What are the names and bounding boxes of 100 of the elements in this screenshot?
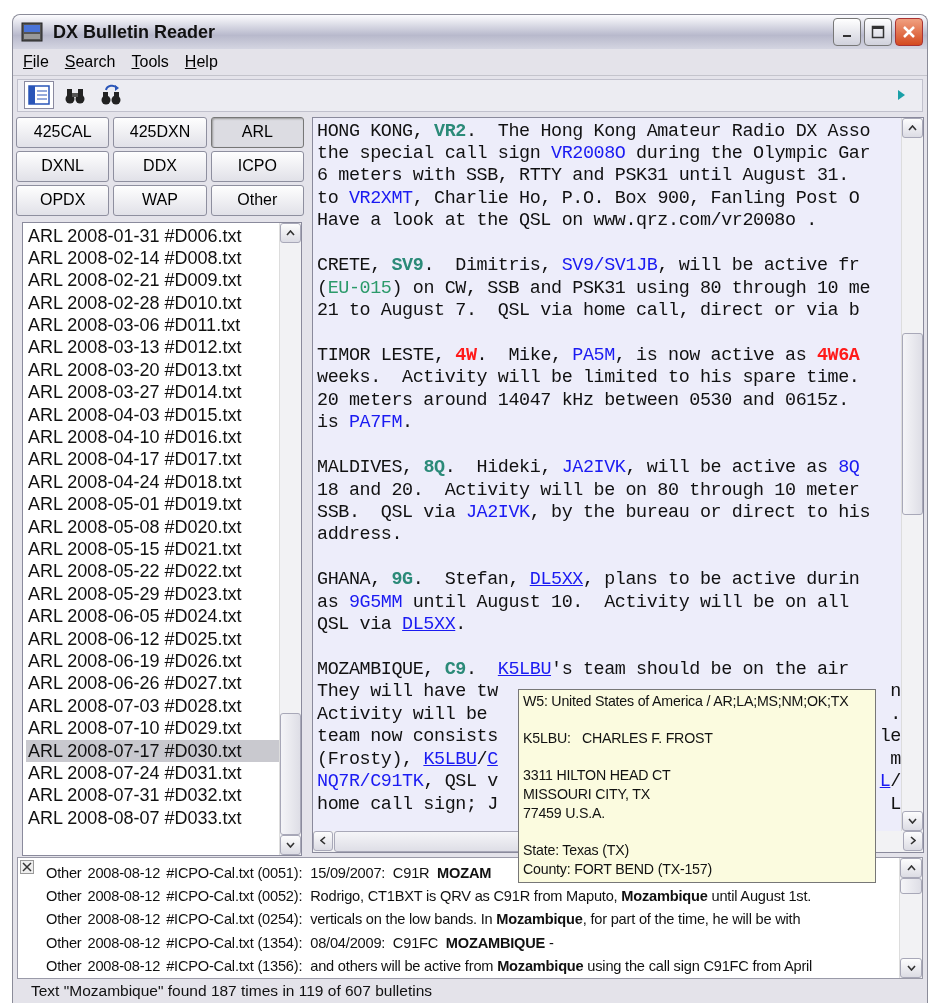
source-button[interactable]: DDX <box>113 150 207 182</box>
close-button[interactable] <box>20 859 34 874</box>
file-list-item[interactable]: ARL 2008-03-27 #D014.txt <box>26 381 279 404</box>
menu-item[interactable]: Search <box>64 53 116 72</box>
tooltip-text: MISSOURI CITY, TX <box>523 785 651 804</box>
result-source: Other <box>46 863 82 883</box>
file-list-item[interactable]: ARL 2008-04-03 #D015.txt <box>26 403 279 427</box>
tooltip-text: 3311 HILTON HEAD CT <box>523 766 672 785</box>
callsign: JA2IVK <box>561 457 626 479</box>
caret-up-icon <box>908 124 917 131</box>
file-list-item[interactable]: ARL 2008-07-24 #D031.txt <box>26 761 279 785</box>
bulletin-text: ) on CW, SSB and PSK31 using 80 through 10 me <box>391 277 871 299</box>
source-button[interactable]: DXNL <box>16 150 110 182</box>
source-button[interactable]: 425DXN <box>113 116 207 148</box>
source-button[interactable]: WAP <box>113 184 207 216</box>
bulletin-text: to <box>317 187 340 209</box>
file-list-item[interactable]: ARL 2008-02-21 #D009.txt <box>26 269 279 292</box>
bulletin-text: , QSL v <box>423 771 498 793</box>
bulletin-text: They will have tw <box>317 681 498 703</box>
maximize-button[interactable] <box>864 18 892 47</box>
bulletin-text: L <box>890 793 901 815</box>
file-list-item[interactable]: ARL 2008-04-17 #D017.txt <box>26 448 279 471</box>
source-button[interactable]: 425CAL <box>16 116 110 148</box>
bulletin-text: . Dimitris, <box>423 255 553 277</box>
source-button[interactable]: Other <box>210 184 304 216</box>
file-list-item[interactable]: ARL 2008-05-01 #D019.txt <box>26 493 279 516</box>
result-date: 2008-08-12 <box>87 957 161 977</box>
result-snippet[interactable]: verticals on the low bands. In Mozambique, for part of the time, he will be with <box>310 908 801 932</box>
menu-item[interactable]: Help <box>184 53 218 72</box>
scrollbar-thumb[interactable] <box>900 877 922 894</box>
bulletin-text: MOZAMBIQUE, <box>317 659 435 680</box>
callsign-link[interactable]: K5LBU <box>497 659 552 680</box>
file-list-item[interactable]: ARL 2008-05-29 #D023.txt <box>26 582 279 606</box>
file-list-item[interactable]: ARL 2008-06-19 #D026.txt <box>26 649 279 673</box>
file-list-item[interactable]: ARL 2008-08-07 #D033.txt <box>26 806 279 830</box>
bulletin-text: MALDIVES, <box>317 457 414 479</box>
source-button[interactable]: ARL <box>210 116 304 148</box>
file-list-item[interactable]: ARL 2008-05-22 #D022.txt <box>26 560 279 583</box>
tooltip-text: K5LBU: CHARLES F. FROST <box>523 729 714 748</box>
tooltip-text: W5: United States of America / AR;LA;MS;NM;OK;TX <box>523 692 850 711</box>
file-list-item[interactable]: ARL 2008-03-13 #D012.txt <box>26 336 279 359</box>
file-list-item[interactable]: ARL 2008-07-31 #D032.txt <box>26 784 279 807</box>
tooltip-text: County: FORT BEND (TX-157) <box>523 860 713 879</box>
bulletin-text: address. <box>317 524 403 546</box>
file-list-item[interactable]: ARL 2008-06-12 #D025.txt <box>26 627 279 650</box>
result-date: 2008-08-12 <box>87 933 161 953</box>
menu-item[interactable]: Tools <box>131 53 169 72</box>
file-list-item[interactable]: ARL 2008-02-14 #D008.txt <box>26 246 279 270</box>
scrollbar[interactable] <box>279 222 301 855</box>
callsign-link[interactable]: DL5XX <box>402 614 456 636</box>
bulletin-text: . <box>455 614 466 636</box>
scrollbar[interactable] <box>901 117 923 831</box>
result-file: #ICPO-Cal.txt (1354): <box>166 933 303 953</box>
callsign: 8Q <box>838 457 860 479</box>
file-list-item[interactable]: ARL 2008-06-05 #D024.txt <box>26 605 279 628</box>
result-snippet[interactable]: 08/04/2009: C91FC MOZAMBIQUE - <box>310 931 554 956</box>
result-snippet[interactable]: and others will be active from Mozambique using the call sign C91FC from April <box>310 955 813 979</box>
file-list-item[interactable]: ARL 2008-01-31 #D006.txt <box>26 224 279 247</box>
menu-item[interactable]: File <box>23 53 49 72</box>
list-view-button[interactable] <box>24 81 54 110</box>
scrollbar-thumb[interactable] <box>280 712 301 835</box>
caret-left-icon <box>320 836 326 845</box>
minimize-button[interactable] <box>833 18 861 47</box>
file-list-item[interactable]: ARL 2008-03-06 #D011.txt <box>26 314 279 337</box>
result-date: 2008-08-12 <box>87 886 161 906</box>
callsign-link[interactable]: K5LBU <box>423 748 477 770</box>
file-list-item[interactable]: ARL 2008-04-24 #D018.txt <box>26 470 279 494</box>
bulletin-text: . <box>465 659 478 680</box>
scrollbar-thumb[interactable] <box>902 332 923 515</box>
result-file: #ICPO-Cal.txt (0052): <box>166 886 303 906</box>
close-button[interactable] <box>895 18 923 47</box>
file-list-item[interactable]: ARL 2008-07-03 #D028.txt <box>26 694 279 718</box>
callsign-link[interactable]: DL5XX <box>529 569 583 591</box>
result-file: #ICPO-Cal.txt (1356): <box>166 957 303 977</box>
bulletin-text: the special call sign <box>317 142 542 164</box>
bulletin-text: . Mike, <box>476 344 563 366</box>
file-list-item[interactable]: ARL 2008-03-20 #D013.txt <box>26 358 279 382</box>
caret-down-icon <box>906 965 916 972</box>
scrollbar[interactable] <box>899 857 922 979</box>
bulletin-text: ( <box>317 277 328 299</box>
bulletin-text: n <box>890 681 901 703</box>
file-list-item[interactable]: ARL 2008-04-10 #D016.txt <box>26 426 279 449</box>
file-list-item[interactable]: ARL 2008-05-15 #D021.txt <box>26 538 279 561</box>
bulletin-text: QSL via <box>317 614 393 636</box>
source-button[interactable]: OPDX <box>16 184 110 216</box>
result-snippet[interactable]: Rodrigo, CT1BXT is QRV as C91R from Maputo, Mozambique until August 1st. <box>310 884 812 909</box>
file-list-item[interactable]: ARL 2008-06-26 #D027.txt <box>26 672 279 695</box>
callsign-link[interactable]: C <box>487 748 498 770</box>
callsign-link[interactable]: L <box>879 771 891 793</box>
bulletin-text: . The Hong Kong Amateur Radio DX Asso <box>465 120 871 142</box>
file-list-item[interactable]: ARL 2008-07-17 #D030.txt <box>26 739 279 762</box>
source-button[interactable]: ICPO <box>210 150 304 182</box>
result-source: Other <box>46 957 82 977</box>
result-file: #ICPO-Cal.txt (0051): <box>166 863 303 883</box>
result-snippet[interactable]: 15/09/2007: C91R MOZAM <box>310 861 492 885</box>
file-list-item[interactable]: ARL 2008-02-28 #D010.txt <box>26 291 279 315</box>
bulletin-text: , plans to be active durin <box>582 569 860 591</box>
file-list-item[interactable]: ARL 2008-05-08 #D020.txt <box>26 515 279 538</box>
file-list-item[interactable]: ARL 2008-07-10 #D029.txt <box>26 717 279 740</box>
play-icon <box>896 88 906 103</box>
